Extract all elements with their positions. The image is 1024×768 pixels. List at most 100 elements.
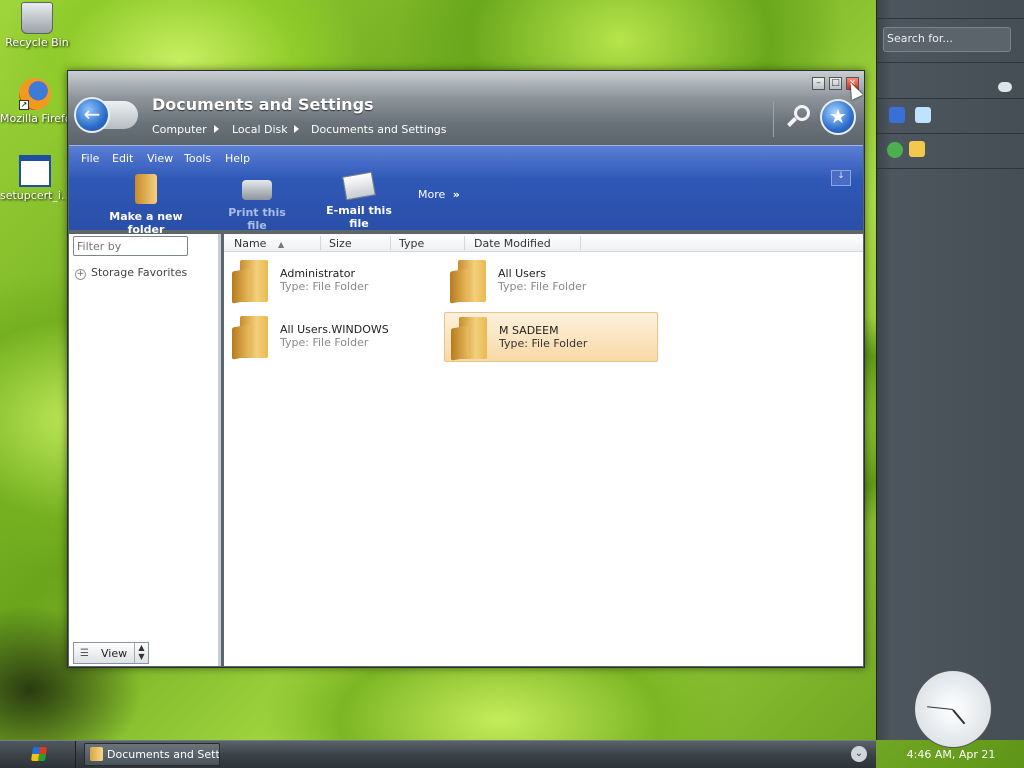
more-label: More: [418, 188, 446, 201]
gadget-tools-icon[interactable]: [909, 141, 925, 157]
menu-tools[interactable]: Tools: [184, 152, 211, 165]
analog-clock[interactable]: [914, 670, 992, 748]
menu-view[interactable]: View: [147, 152, 173, 165]
folder-icon: [232, 316, 270, 360]
view-button[interactable]: ☰ View ▲ ▼: [73, 642, 149, 664]
view-label: View: [101, 647, 128, 660]
menu-help[interactable]: Help: [225, 152, 250, 165]
folder-item-administrator[interactable]: Administrator Type: File Folder: [226, 256, 440, 306]
window-title: Documents and Settings: [152, 95, 374, 114]
gadget-green-arrow-icon[interactable]: [887, 142, 903, 158]
explorer-window: ← Documents and Settings Computer Local …: [67, 70, 865, 668]
desktop-icon-recycle-bin[interactable]: Recycle Bin: [2, 2, 72, 49]
title-bar[interactable]: ← Documents and Settings Computer Local …: [68, 71, 864, 145]
maximize-button[interactable]: □: [829, 77, 842, 90]
breadcrumb-documents-and-settings[interactable]: Documents and Settings: [311, 123, 447, 136]
clock-hour-hand: [952, 709, 966, 725]
menu-file[interactable]: File: [81, 152, 99, 165]
column-size[interactable]: Size: [329, 237, 352, 250]
taskbar-button-label: Documents and Sett...: [107, 748, 220, 761]
folder-type: Type: File Folder: [280, 280, 369, 293]
column-divider[interactable]: [464, 236, 465, 250]
desktop-icon-label: Mozilla Firefox: [0, 112, 68, 125]
column-name[interactable]: Name ▲: [234, 237, 284, 250]
sidebar-divider: [877, 18, 1024, 19]
new-folder-icon: [135, 174, 157, 204]
print-file-button[interactable]: Print this file: [217, 174, 297, 232]
sidebar-search-input[interactable]: Search for...: [883, 27, 1011, 52]
envelope-icon: [342, 171, 376, 201]
navigation-pane: + Storage Favorites ☰ View ▲▼: [69, 234, 221, 666]
clock-label: 4:46 AM, Apr 21: [906, 748, 996, 761]
back-button[interactable]: ←: [74, 97, 110, 133]
desktop-icon-label: Recycle Bin: [5, 36, 69, 49]
desktop-icon-label: setupcert_i...: [0, 189, 66, 202]
column-header: Name ▲ Size Type Date Modified: [224, 234, 863, 252]
star-icon: ★: [829, 104, 847, 128]
expand-plus-icon[interactable]: +: [75, 269, 86, 280]
desktop-icon-setupcert[interactable]: setupcert_i...: [0, 155, 70, 202]
column-name-label: Name: [234, 237, 267, 250]
print-file-label: Print this file: [228, 206, 286, 232]
folder-name: All Users.WINDOWS: [280, 323, 389, 336]
email-file-button[interactable]: E-mail this file: [317, 171, 401, 230]
printer-icon: [242, 180, 272, 200]
speech-bubble-icon[interactable]: [998, 82, 1012, 92]
taskbar: Documents and Sett... ⌄: [0, 740, 876, 768]
toolbar-options-button[interactable]: ↓: [831, 170, 851, 186]
sidebar-divider: [877, 62, 1024, 63]
magnifier-handle: [787, 117, 797, 127]
recycle-bin-icon: [21, 2, 53, 34]
breadcrumb-separator-icon[interactable]: [214, 125, 219, 133]
gadget-blue-icon[interactable]: [889, 107, 905, 123]
start-button[interactable]: [0, 741, 76, 768]
menu-edit[interactable]: Edit: [112, 152, 133, 165]
folder-type: Type: File Folder: [280, 336, 369, 349]
windows-sidebar: Search for... 4:46 AM, Apr 21: [876, 0, 1024, 761]
email-file-label: E-mail this file: [326, 204, 392, 230]
filter-input[interactable]: [73, 236, 188, 256]
folder-icon: [450, 260, 488, 304]
more-button[interactable]: More »: [418, 188, 460, 201]
gadget-cube-icon[interactable]: [915, 107, 931, 123]
application-window-icon: [19, 155, 51, 187]
folder-item-m-sadeem[interactable]: M SADEEM Type: File Folder: [444, 312, 658, 362]
column-divider[interactable]: [390, 236, 391, 250]
folder-icon: [232, 260, 270, 304]
firefox-icon: ↗: [19, 78, 51, 110]
column-type[interactable]: Type: [399, 237, 424, 250]
column-divider[interactable]: [580, 236, 581, 250]
folder-name: Administrator: [280, 267, 355, 280]
search-button[interactable]: [784, 103, 812, 131]
sidebar-divider: [877, 133, 1024, 134]
column-date-modified[interactable]: Date Modified: [474, 237, 551, 250]
folder-name: M SADEEM: [499, 324, 559, 337]
tray-expand-chevron-icon[interactable]: ⌄: [851, 746, 867, 762]
favorites-button[interactable]: ★: [820, 99, 856, 135]
make-new-folder-button[interactable]: Make a new folder: [93, 174, 199, 236]
minimize-button[interactable]: –: [812, 77, 825, 90]
breadcrumb-separator-icon[interactable]: [294, 125, 299, 133]
windows-logo-icon: [31, 747, 47, 761]
clock-minute-hand: [927, 706, 954, 710]
sort-ascending-icon: ▲: [277, 240, 285, 249]
folder-icon: [90, 747, 103, 761]
storage-favorites[interactable]: + Storage Favorites: [75, 266, 187, 280]
sidebar-divider: [877, 98, 1024, 99]
column-divider[interactable]: [320, 236, 321, 250]
shortcut-arrow-icon: ↗: [19, 100, 29, 110]
make-new-folder-label: Make a new folder: [109, 210, 183, 236]
folder-item-all-users-windows[interactable]: All Users.WINDOWS Type: File Folder: [226, 312, 440, 362]
breadcrumb-computer[interactable]: Computer: [152, 123, 207, 136]
folder-type: Type: File Folder: [498, 280, 587, 293]
folder-item-all-users[interactable]: All Users Type: File Folder: [444, 256, 658, 306]
taskbar-button-documents-and-settings[interactable]: Documents and Sett...: [84, 743, 220, 766]
sidebar-divider: [877, 168, 1024, 169]
arrow-down-icon: ↓: [837, 171, 845, 181]
title-divider: [773, 101, 774, 137]
view-stepper-icon[interactable]: ▲ ▼: [134, 643, 148, 663]
breadcrumb-local-disk[interactable]: Local Disk: [232, 123, 288, 136]
desktop-icon-firefox[interactable]: ↗ Mozilla Firefox: [0, 78, 70, 125]
file-list: Name ▲ Size Type Date Modified Administr…: [224, 234, 863, 666]
folder-icon: [451, 317, 489, 361]
